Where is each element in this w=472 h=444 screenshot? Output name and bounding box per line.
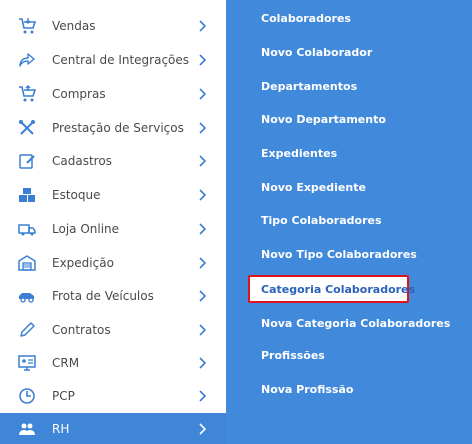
sidebar-item-rh[interactable]: RH — [0, 413, 226, 444]
boxes-icon — [18, 186, 36, 204]
sidebar-item-expedicao[interactable]: Expedição — [0, 246, 226, 280]
chevron-right-icon — [198, 390, 207, 402]
submenu-item-categoria-colaboradores[interactable]: Categoria Colaboradores — [261, 283, 415, 297]
submenu-item-profissoes[interactable]: Profissões — [261, 349, 325, 363]
sidebar-item-label: Frota de Veículos — [52, 289, 154, 303]
chevron-right-icon — [198, 88, 207, 100]
users-icon — [18, 420, 36, 438]
sidebar-item-label: Central de Integrações — [52, 53, 190, 67]
truck-icon — [18, 220, 36, 238]
share-arrow-icon — [18, 51, 36, 69]
sidebar-item-label: RH — [52, 421, 70, 436]
sidebar-item-label: PCP — [52, 389, 75, 403]
sidebar-item-compras[interactable]: Compras — [0, 77, 226, 111]
submenu-item-departamentos[interactable]: Departamentos — [261, 80, 357, 94]
clock-icon — [18, 387, 36, 405]
chevron-right-icon — [198, 155, 207, 167]
car-icon — [18, 287, 36, 305]
submenu-item-tipo-colaboradores[interactable]: Tipo Colaboradores — [261, 214, 382, 228]
sidebar-item-estoque[interactable]: Estoque — [0, 178, 226, 212]
sidebar-item-pcp[interactable]: PCP — [0, 379, 226, 413]
submenu-item-novo-tipo-colaboradores[interactable]: Novo Tipo Colaboradores — [261, 248, 417, 262]
warehouse-icon — [18, 254, 36, 272]
sidebar-item-label: CRM — [52, 356, 80, 370]
submenu-item-nova-profissao[interactable]: Nova Profissão — [261, 383, 353, 397]
sidebar-item-label: Expedição — [52, 256, 114, 270]
submenu-item-novo-departamento[interactable]: Novo Departamento — [261, 113, 386, 127]
sidebar-item-loja-online[interactable]: Loja Online — [0, 212, 226, 246]
chevron-right-icon — [198, 122, 207, 134]
pencil-icon — [18, 321, 36, 339]
submenu-item-colaboradores[interactable]: Colaboradores — [261, 12, 351, 26]
chevron-right-icon — [198, 189, 207, 201]
sidebar-item-cadastros[interactable]: Cadastros — [0, 144, 226, 178]
sidebar-item-label: Vendas — [52, 19, 96, 33]
sidebar-item-label: Estoque — [52, 188, 101, 202]
sidebar-item-prestacao-servicos[interactable]: Prestação de Serviços — [0, 111, 226, 145]
chevron-right-icon — [198, 20, 207, 32]
submenu-item-novo-expediente[interactable]: Novo Expediente — [261, 181, 366, 195]
chevron-right-icon — [198, 223, 207, 235]
sidebar-item-central-integracoes[interactable]: Central de Integrações — [0, 43, 226, 77]
sidebar-item-label: Loja Online — [52, 222, 120, 236]
monitor-icon — [18, 354, 36, 372]
submenu-item-expedientes[interactable]: Expedientes — [261, 147, 337, 161]
edit-icon — [18, 152, 36, 170]
sidebar-item-label: Cadastros — [52, 154, 112, 168]
chevron-right-icon — [198, 290, 207, 302]
chevron-right-icon — [198, 357, 207, 369]
sidebar-item-vendas[interactable]: Vendas — [0, 9, 226, 43]
sidebar: Vendas Central de Integrações Compras Pr… — [0, 0, 226, 444]
sidebar-item-label: Compras — [52, 87, 106, 101]
chevron-right-icon — [198, 54, 207, 66]
tools-icon — [18, 119, 36, 137]
sidebar-item-crm[interactable]: CRM — [0, 346, 226, 380]
sidebar-item-contratos[interactable]: Contratos — [0, 313, 226, 347]
cart-icon — [18, 85, 36, 103]
chevron-right-icon — [198, 422, 207, 435]
sidebar-item-label: Prestação de Serviços — [52, 121, 184, 135]
sidebar-item-frota-veiculos[interactable]: Frota de Veículos — [0, 279, 226, 313]
sidebar-item-label: Contratos — [52, 323, 111, 337]
chevron-right-icon — [198, 324, 207, 336]
chevron-right-icon — [198, 257, 207, 269]
submenu-item-nova-categoria-colaboradores[interactable]: Nova Categoria Colaboradores — [261, 317, 450, 331]
submenu-item-novo-colaborador[interactable]: Novo Colaborador — [261, 46, 372, 60]
cart-icon — [18, 17, 36, 35]
